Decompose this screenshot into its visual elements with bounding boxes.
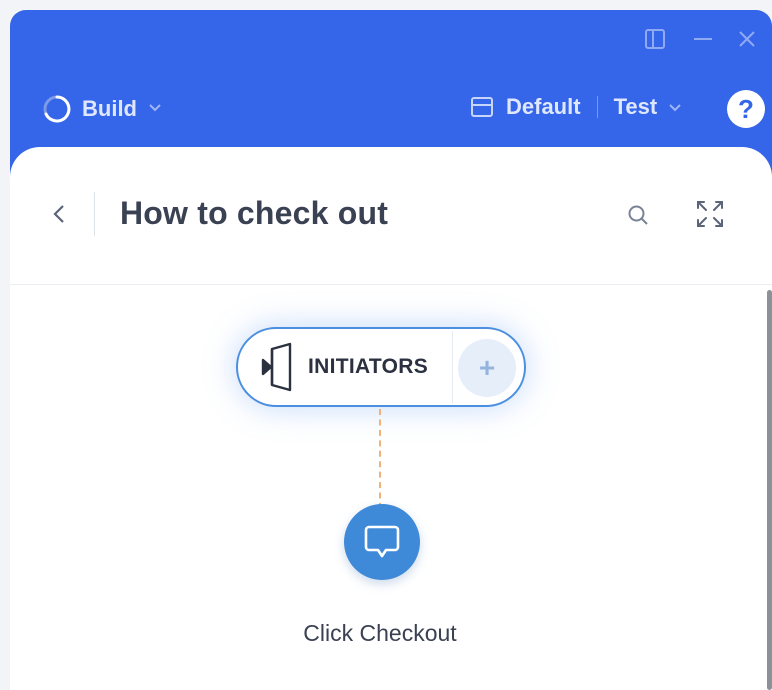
expand-button[interactable]: [692, 196, 728, 232]
toolbar: Build Default Test ?: [10, 80, 772, 140]
sidebar-layout-icon: [645, 29, 665, 49]
step-label[interactable]: Click Checkout: [230, 620, 530, 647]
back-button[interactable]: [46, 199, 72, 229]
flow-panel: How to check out INITIATORS + Click Chec…: [10, 147, 772, 690]
panel-header: How to check out: [10, 147, 772, 285]
initiators-label: INITIATORS: [308, 355, 429, 378]
divider: [596, 96, 598, 118]
add-initiator-button[interactable]: +: [458, 339, 516, 397]
chevron-down-icon: [147, 99, 163, 120]
initiators-pill: INITIATORS +: [236, 327, 526, 407]
minimize-icon: [694, 38, 712, 40]
scrollbar[interactable]: [767, 290, 772, 690]
search-icon: [628, 205, 648, 225]
minimize-button[interactable]: [690, 26, 716, 52]
app-window: Build Default Test ? How to check out IN…: [10, 10, 772, 690]
expand-arrows-icon: [697, 201, 723, 227]
pill-divider: [452, 331, 453, 403]
speech-bubble-icon: [364, 525, 400, 558]
title-bar: [10, 10, 772, 70]
progress-ring-icon: [43, 95, 71, 123]
chevron-down-icon[interactable]: [667, 99, 683, 115]
close-button[interactable]: [734, 26, 760, 52]
environment-selector[interactable]: Test: [614, 94, 658, 120]
chevron-left-icon: [53, 205, 64, 223]
mode-selector[interactable]: Build: [42, 94, 163, 124]
layout-selector[interactable]: Default: [506, 94, 581, 120]
search-button[interactable]: [622, 199, 654, 231]
mode-label: Build: [82, 96, 137, 121]
environment-bar: Default Test: [470, 94, 683, 120]
help-button[interactable]: ?: [727, 90, 765, 128]
initiators-button[interactable]: INITIATORS: [238, 329, 452, 405]
layout-icon: [470, 95, 494, 119]
flow-connector: [379, 409, 381, 509]
header-divider: [94, 192, 95, 236]
layout-toggle-button[interactable]: [642, 26, 668, 52]
flow-title: How to check out: [120, 195, 389, 231]
step-node[interactable]: [344, 504, 420, 580]
door-enter-icon: [260, 341, 300, 393]
close-icon: [739, 31, 755, 47]
